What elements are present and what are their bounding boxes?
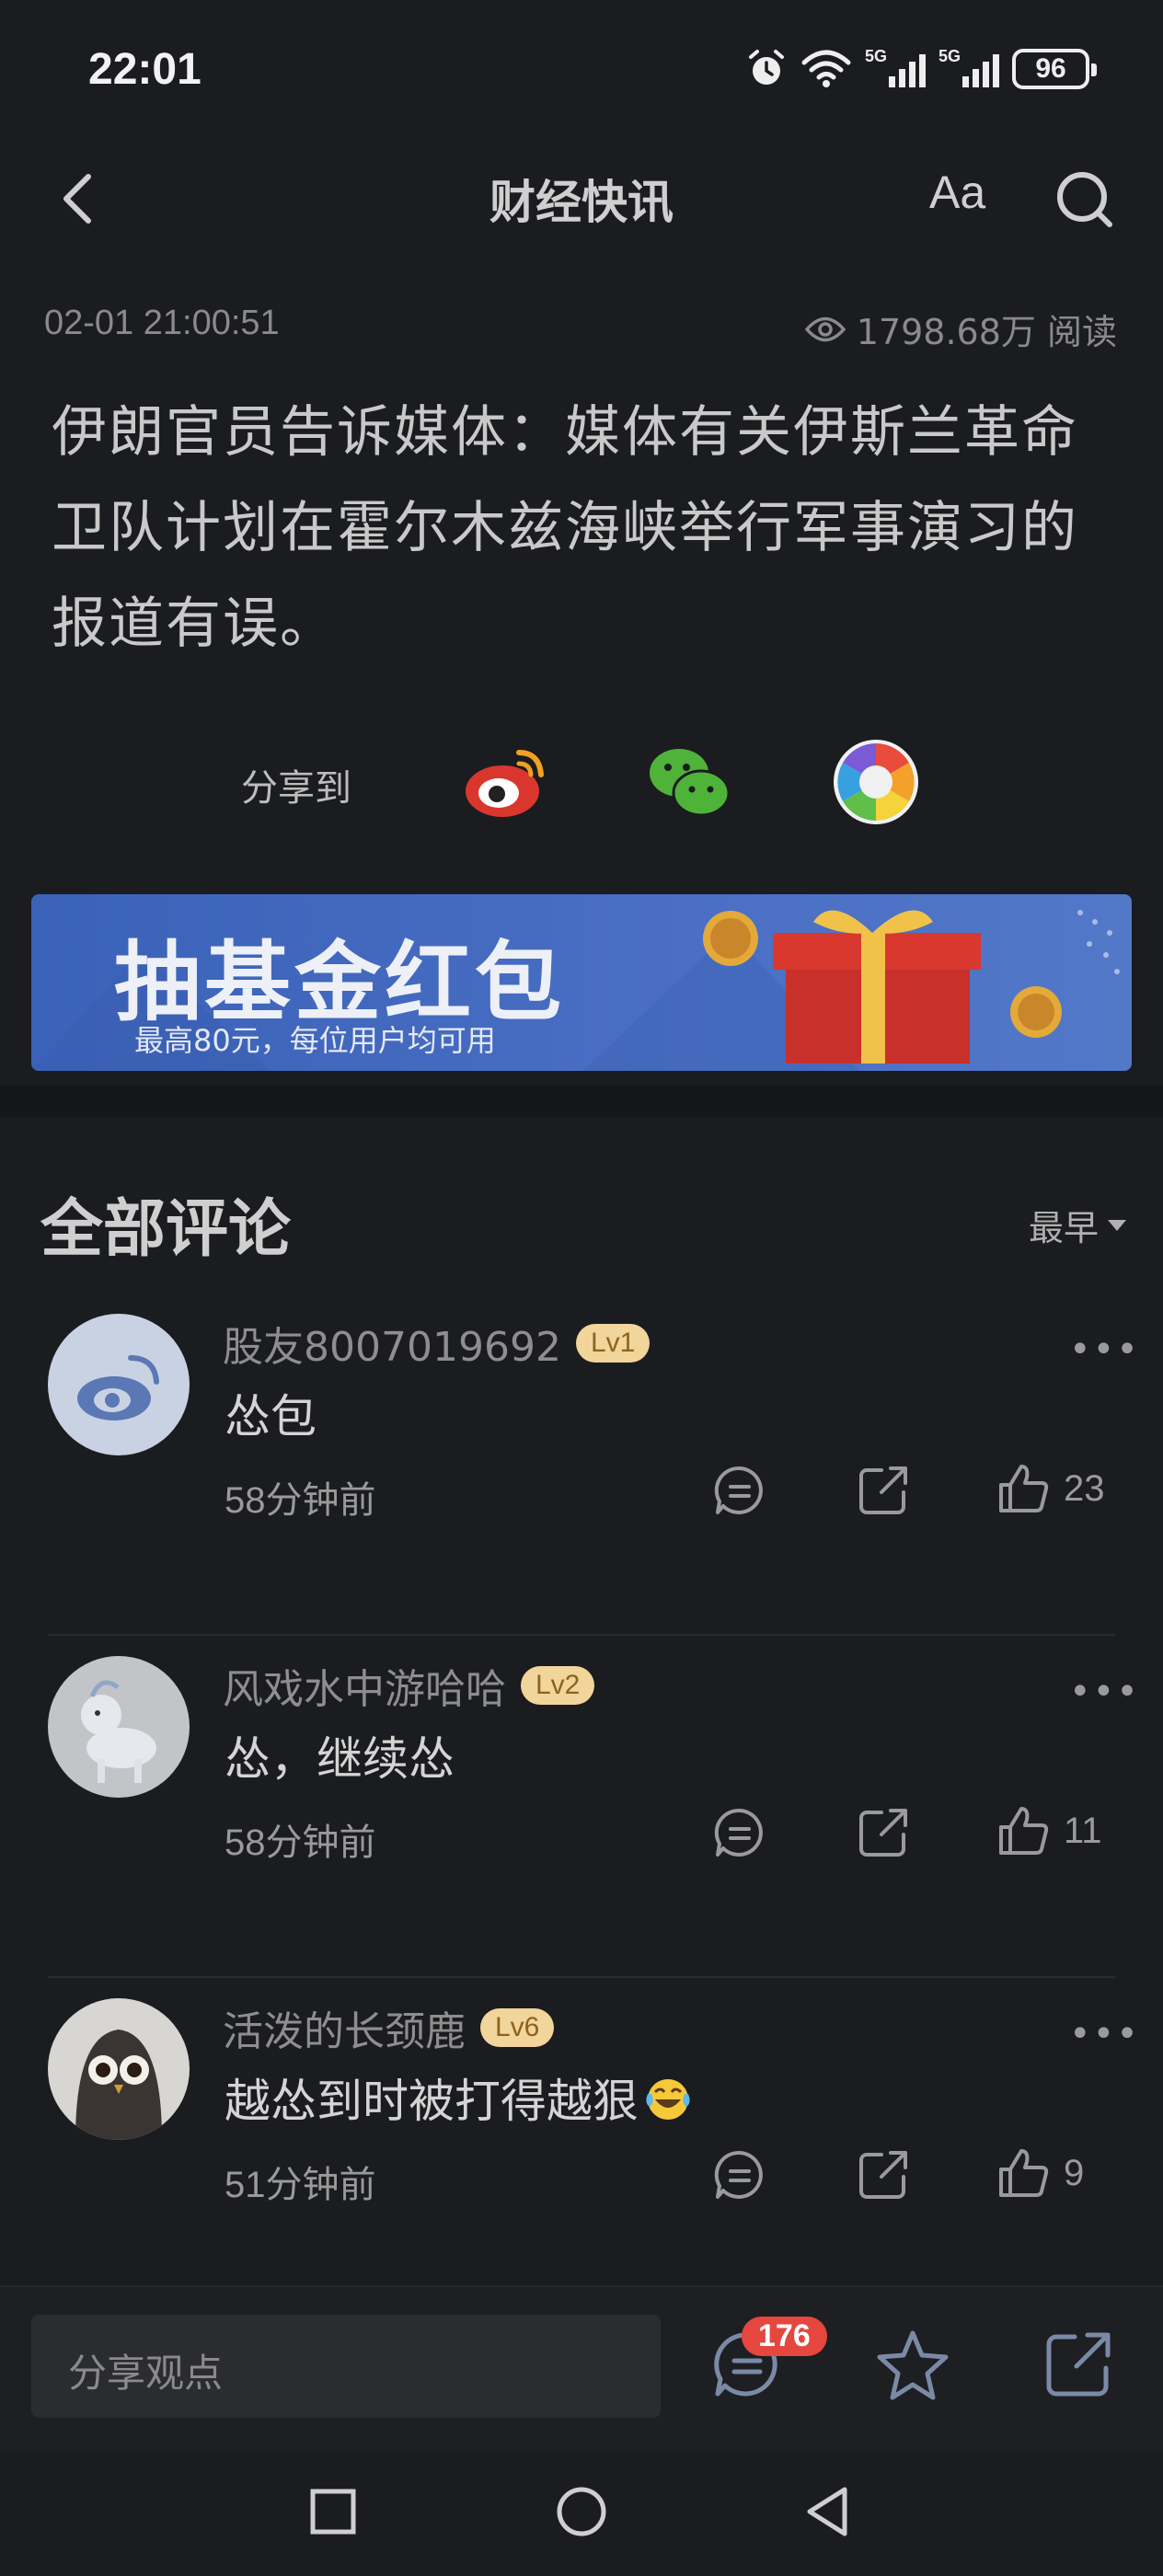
like-button[interactable]: 9 — [996, 2145, 1084, 2201]
comment-item: 风戏水中游哈哈 Lv2 ••• 怂，继续怂 58分钟前 11 — [0, 1638, 1163, 1978]
banner-subtitle: 最高80元，每位用户均可用 — [134, 1023, 496, 1058]
comment-text: 越怂到时被打得越狠 — [225, 2075, 639, 2128]
reply-icon[interactable] — [710, 1461, 769, 1520]
avatar[interactable] — [48, 1314, 190, 1455]
share-icon[interactable] — [854, 2145, 913, 2204]
signal-label: 5G — [865, 47, 888, 65]
article-meta: 02-01 21:00:51 1798.68万 阅读 — [44, 304, 1117, 352]
comment-item: 活泼的长颈鹿 Lv6 ••• 越怂到时被打得越狠 51分钟前 9 — [0, 1980, 1163, 2320]
article-headline: 伊朗官员告诉媒体：媒体有关伊斯兰革命卫队计划在霍尔木兹海峡举行军事演习的报道有误… — [52, 400, 1078, 656]
signal-label: 5G — [938, 47, 961, 65]
caret-down-icon — [1108, 1219, 1126, 1231]
reply-icon[interactable] — [710, 1803, 769, 1862]
comment-time: 51分钟前 — [225, 2165, 376, 2205]
comment-username[interactable]: 风戏水中游哈哈 — [223, 1656, 506, 1715]
wechat-icon[interactable] — [644, 736, 736, 828]
more-options-icon[interactable]: ••• — [1069, 1328, 1140, 1371]
moments-icon[interactable] — [830, 736, 922, 828]
comment-username[interactable]: 活泼的长颈鹿 — [223, 1998, 466, 2057]
level-badge: Lv1 — [575, 1324, 651, 1363]
share-icon[interactable] — [1040, 2326, 1117, 2403]
reply-icon[interactable] — [710, 2145, 769, 2204]
sort-dropdown[interactable]: 最早 — [1029, 1200, 1126, 1250]
recents-icon[interactable] — [305, 2484, 361, 2539]
alarm-icon — [749, 50, 784, 85]
nav-bar: 财经快讯 Aa — [0, 138, 1163, 258]
comment-text-row: 越怂到时被打得越狠 — [225, 2064, 694, 2131]
star-icon[interactable] — [874, 2326, 951, 2403]
comment-time: 58分钟前 — [225, 1823, 376, 1863]
signal-icon: 5G — [865, 47, 926, 87]
share-icon[interactable] — [854, 1461, 913, 1520]
promo-banner[interactable]: 抽基金红包 最高80元，每位用户均可用 — [31, 894, 1132, 1071]
thumbs-up-icon — [999, 2149, 1049, 2197]
share-row: 分享到 — [0, 736, 1163, 837]
page-title: 财经快讯 — [489, 176, 674, 229]
level-badge: Lv6 — [480, 2008, 555, 2047]
level-badge: Lv2 — [521, 1666, 595, 1705]
article-datetime: 02-01 21:00:51 — [44, 304, 280, 342]
avatar[interactable] — [48, 1656, 190, 1798]
divider — [48, 1976, 1115, 1978]
like-count: 23 — [1064, 1467, 1105, 1509]
comment-input[interactable]: 分享观点 — [31, 2315, 661, 2418]
search-icon[interactable] — [1053, 167, 1117, 232]
bottom-action-bar: 分享观点 176 — [0, 2285, 1163, 2451]
signal-icon: 5G — [938, 47, 999, 87]
comment-text: 怂包 — [225, 1390, 317, 1443]
comment-count-badge: 176 — [742, 2317, 827, 2356]
status-bar: 22:01 5G 5G 96 — [0, 0, 1163, 138]
comment-text: 怂，继续怂 — [225, 1732, 455, 1786]
thumbs-up-icon — [999, 1807, 1049, 1855]
comments-title: 全部评论 — [40, 1193, 292, 1266]
share-label: 分享到 — [241, 767, 351, 810]
like-button[interactable]: 23 — [996, 1461, 1105, 1516]
comment-time: 58分钟前 — [225, 1480, 376, 1521]
thumbs-up-icon — [999, 1465, 1049, 1512]
status-time: 22:01 — [88, 45, 202, 94]
sort-label: 最早 — [1028, 1208, 1099, 1248]
share-icon[interactable] — [854, 1803, 913, 1862]
back-icon[interactable] — [800, 2484, 856, 2539]
more-options-icon[interactable]: ••• — [1069, 2013, 1140, 2055]
home-icon[interactable] — [554, 2484, 609, 2539]
avatar[interactable] — [48, 1998, 190, 2140]
comment-username[interactable]: 股友8007019692 — [223, 1314, 561, 1373]
more-options-icon[interactable]: ••• — [1069, 1671, 1140, 1713]
eye-icon — [804, 316, 846, 341]
laugh-cry-emoji-icon — [646, 2079, 690, 2120]
comments-header: 全部评论 最早 — [40, 1178, 1126, 1266]
view-count-text: 1798.68万 阅读 — [856, 312, 1117, 352]
like-count: 11 — [1064, 1810, 1102, 1851]
font-size-button[interactable]: Aa — [929, 166, 985, 219]
status-icons: 5G 5G 96 — [745, 47, 1097, 90]
like-button[interactable]: 11 — [996, 1803, 1102, 1858]
wifi-icon — [801, 50, 851, 87]
section-divider — [0, 1086, 1163, 1117]
view-count: 1798.68万 阅读 — [804, 304, 1117, 354]
like-count: 9 — [1064, 2152, 1085, 2193]
weibo-icon[interactable] — [460, 736, 552, 828]
system-nav-bar — [0, 2451, 1163, 2576]
divider — [48, 1634, 1115, 1636]
battery-icon: 96 — [1012, 49, 1097, 89]
comment-item: 股友8007019692 Lv1 ••• 怂包 58分钟前 23 — [0, 1295, 1163, 1636]
